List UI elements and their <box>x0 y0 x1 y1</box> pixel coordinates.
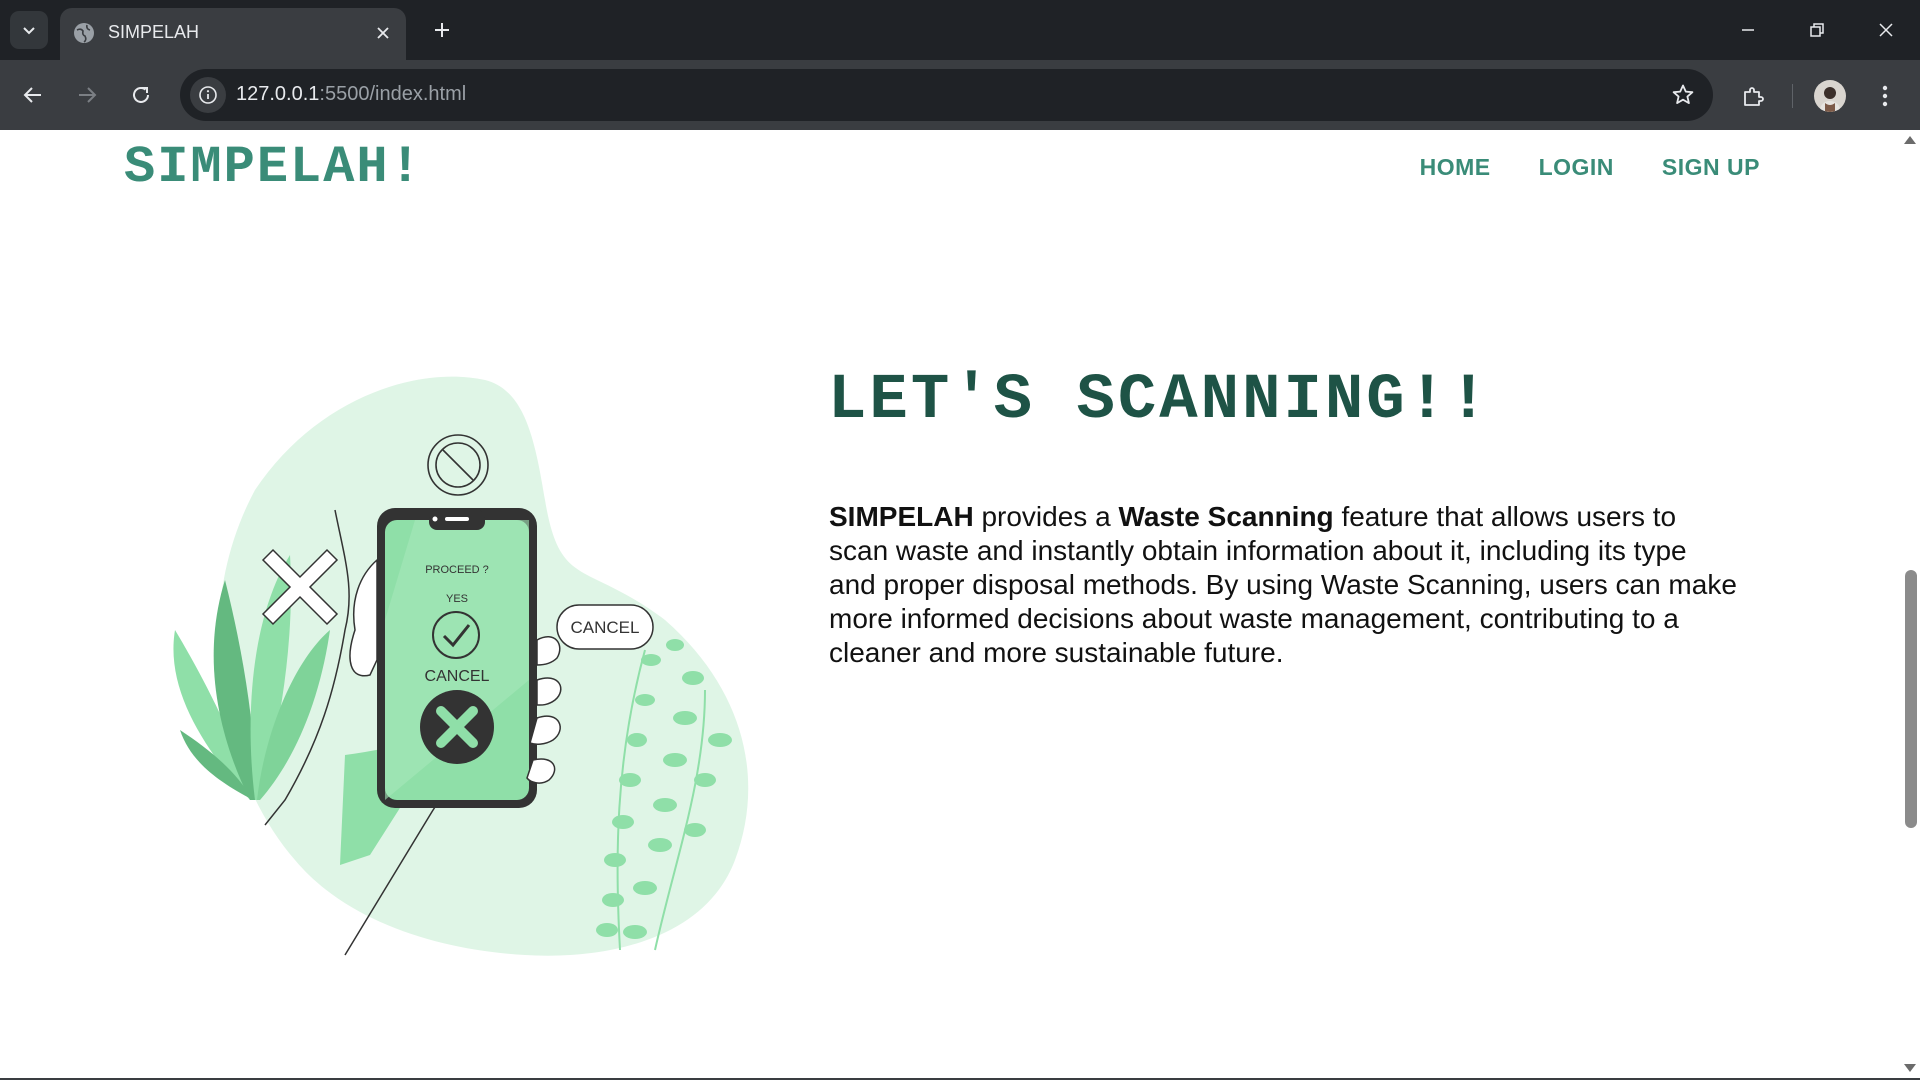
browser-menu-button[interactable] <box>1868 79 1902 113</box>
forward-button[interactable] <box>66 74 108 116</box>
restore-button[interactable] <box>1783 0 1851 60</box>
profile-avatar-image <box>1819 87 1841 112</box>
toolbar-divider <box>1792 84 1793 108</box>
hero-text-part-1: provides a <box>973 501 1119 532</box>
url-host: 127.0.0.1 <box>236 83 320 105</box>
phone-yes-text: YES <box>446 593 468 605</box>
reload-button[interactable] <box>120 74 162 116</box>
url-text: 127.0.0.1:5500/index.html <box>236 83 466 106</box>
plus-icon <box>435 23 449 37</box>
nav-login-link[interactable]: LOGIN <box>1539 154 1614 181</box>
nav-signup-link[interactable]: SIGN UP <box>1662 154 1760 181</box>
back-button[interactable] <box>12 74 54 116</box>
cancel-bubble: CANCEL <box>556 604 654 650</box>
hero-feature-bold: Waste Scanning <box>1118 501 1334 532</box>
site-info-icon <box>199 86 217 104</box>
browser-tab-bar: SIMPELAH <box>0 0 1920 60</box>
nav-home-link[interactable]: HOME <box>1420 154 1491 181</box>
main-nav: HOME LOGIN SIGN UP <box>1420 154 1760 181</box>
hero-description: SIMPELAH provides a Waste Scanning featu… <box>829 500 1739 670</box>
hero-illustration: PROCEED ? YES CANCEL CANCEL <box>173 376 749 956</box>
tab-title: SIMPELAH <box>108 22 200 42</box>
hero-title: LET'S SCANNING!! <box>828 365 1491 437</box>
scroll-up-arrow-icon[interactable] <box>1904 136 1916 144</box>
close-window-button[interactable] <box>1852 0 1920 60</box>
close-window-icon <box>1879 23 1893 37</box>
page-viewport: SIMPELAH! HOME LOGIN SIGN UP PROCEED ? Y… <box>0 130 1920 1078</box>
vertical-scrollbar[interactable] <box>1902 130 1920 1078</box>
minimize-icon <box>1742 29 1754 31</box>
globe-icon <box>74 23 94 43</box>
minimize-button[interactable] <box>1714 0 1782 60</box>
tab-list-button[interactable] <box>10 11 48 49</box>
forward-icon <box>79 87 97 103</box>
phone-prompt-text: PROCEED ? <box>425 564 489 576</box>
restore-icon <box>1810 23 1824 37</box>
url-path: :5500/index.html <box>319 83 467 105</box>
hero-brand-bold: SIMPELAH <box>829 501 974 532</box>
phone-cancel-text: CANCEL <box>425 668 490 685</box>
close-tab-button[interactable] <box>370 20 396 46</box>
star-icon <box>1672 84 1694 104</box>
extensions-button[interactable] <box>1736 79 1770 113</box>
close-icon <box>377 27 389 39</box>
bubble-cancel-text: CANCEL <box>571 618 640 637</box>
chevron-down-icon <box>23 27 35 35</box>
scroll-thumb[interactable] <box>1905 570 1917 828</box>
brand-logo[interactable]: SIMPELAH! <box>124 138 423 197</box>
browser-tab[interactable]: SIMPELAH <box>60 8 406 60</box>
new-tab-button[interactable] <box>424 12 460 48</box>
bookmark-button[interactable] <box>1669 81 1697 109</box>
site-info-button[interactable] <box>190 77 226 113</box>
avatar[interactable] <box>1814 80 1846 112</box>
extensions-icon <box>1744 87 1764 106</box>
reload-icon <box>133 86 149 103</box>
scroll-down-arrow-icon[interactable] <box>1904 1064 1916 1072</box>
back-icon <box>23 87 41 103</box>
kebab-menu-icon <box>1882 85 1888 107</box>
address-bar[interactable]: 127.0.0.1:5500/index.html <box>180 69 1713 121</box>
phone: PROCEED ? YES CANCEL <box>377 508 537 808</box>
browser-toolbar: 127.0.0.1:5500/index.html <box>0 60 1920 130</box>
